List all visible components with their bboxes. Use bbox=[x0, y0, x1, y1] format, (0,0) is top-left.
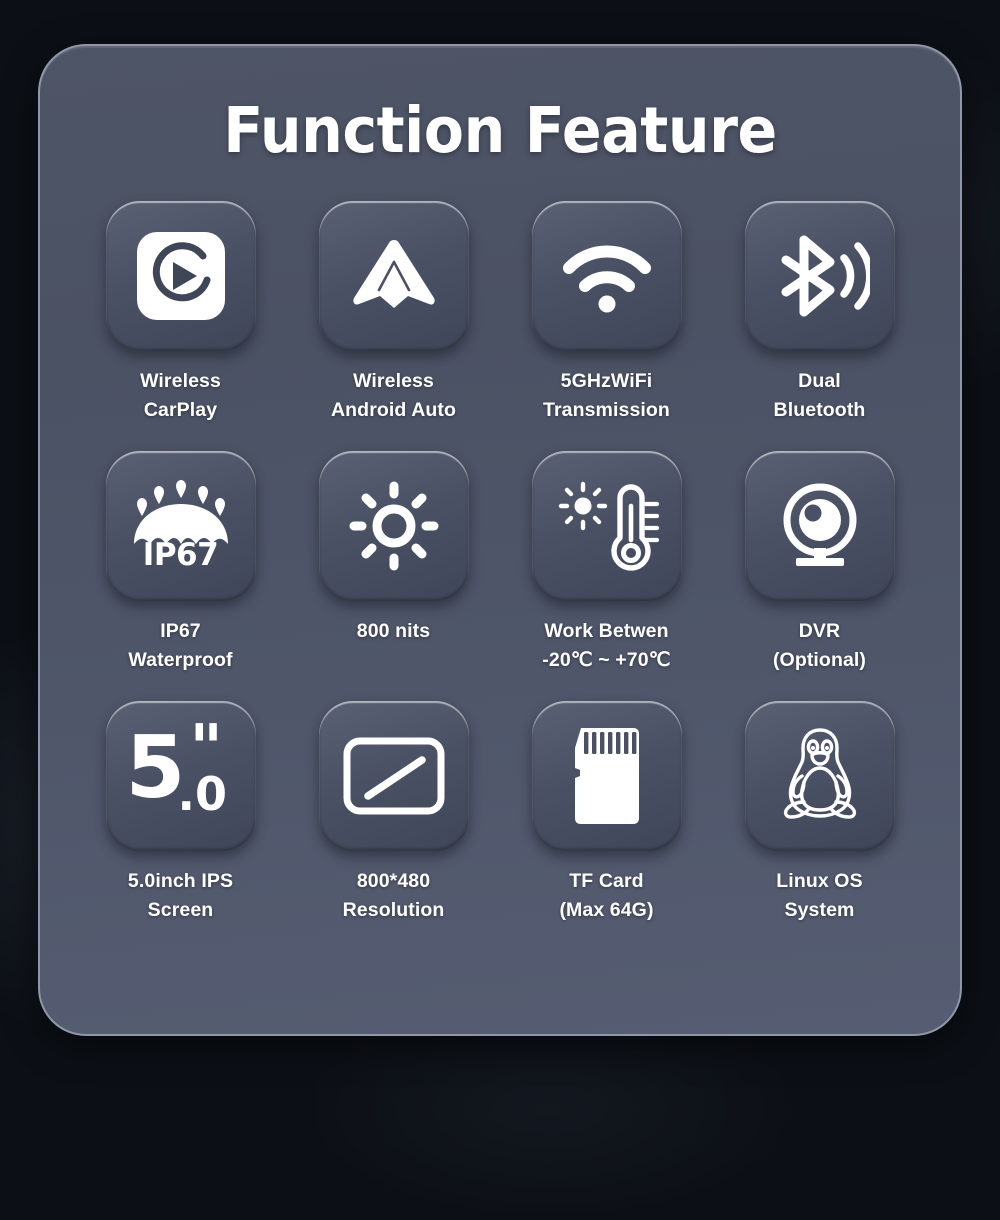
feature-caption: Work Betwen -20℃ ~ +70℃ bbox=[542, 620, 671, 671]
feature-tile bbox=[318, 451, 469, 601]
webcam-dvr-icon bbox=[770, 478, 870, 574]
feature-item-bluetooth[interactable]: Dual Bluetooth bbox=[713, 201, 926, 425]
android-auto-icon bbox=[346, 228, 442, 324]
feature-item-android-auto[interactable]: Wireless Android Auto bbox=[287, 201, 500, 425]
bluetooth-icon bbox=[770, 228, 870, 324]
page-title: Function Feature bbox=[223, 94, 777, 167]
feature-item-linux[interactable]: Linux OS System bbox=[713, 701, 926, 925]
feature-item-resolution[interactable]: 800*480 Resolution bbox=[287, 701, 500, 925]
feature-caption: 800*480 Resolution bbox=[342, 870, 445, 921]
screen-diagonal-icon bbox=[342, 736, 446, 816]
feature-caption: Dual Bluetooth bbox=[773, 370, 866, 421]
feature-item-dvr[interactable]: DVR (Optional) bbox=[713, 451, 926, 675]
screen-size-decimal: .0 bbox=[177, 767, 227, 821]
feature-caption: Wireless CarPlay bbox=[140, 370, 221, 421]
carplay-icon bbox=[133, 228, 229, 324]
feature-tile bbox=[744, 201, 895, 351]
screen-size-text-icon: 5 " .0 bbox=[106, 701, 256, 851]
wifi-icon bbox=[557, 228, 657, 324]
feature-item-carplay[interactable]: Wireless CarPlay bbox=[74, 201, 287, 425]
feature-caption: DVR (Optional) bbox=[772, 620, 867, 671]
feature-item-brightness[interactable]: 800 nits bbox=[287, 451, 500, 675]
feature-item-waterproof[interactable]: IP67 IP67 Waterproof bbox=[74, 451, 287, 675]
feature-tile bbox=[744, 701, 895, 851]
brightness-sun-icon bbox=[346, 478, 442, 574]
feature-caption: Linux OS System bbox=[776, 870, 863, 921]
feature-caption: TF Card (Max 64G) bbox=[559, 870, 654, 921]
linux-penguin-icon bbox=[771, 724, 869, 828]
feature-caption: 800 nits bbox=[356, 620, 431, 642]
feature-caption: Wireless Android Auto bbox=[330, 370, 457, 421]
feature-item-work-temperature[interactable]: Work Betwen -20℃ ~ +70℃ bbox=[500, 451, 713, 675]
inch-mark-icon: " bbox=[189, 712, 223, 786]
feature-tile bbox=[318, 201, 469, 351]
feature-tile bbox=[531, 701, 682, 851]
feature-tile bbox=[105, 201, 256, 351]
ip67-rating-label: IP67 bbox=[142, 537, 219, 573]
feature-caption: 5.0inch IPS Screen bbox=[127, 870, 234, 921]
feature-item-tf-card[interactable]: TF Card (Max 64G) bbox=[500, 701, 713, 925]
screen-size-number: 5 bbox=[125, 718, 186, 818]
feature-item-wifi[interactable]: 5GHzWiFi Transmission bbox=[500, 201, 713, 425]
feature-tile bbox=[531, 451, 682, 601]
feature-item-screen-size[interactable]: 5 " .0 5.0inch IPS Screen bbox=[74, 701, 287, 925]
feature-tile: IP67 bbox=[105, 451, 256, 601]
tf-card-icon bbox=[567, 726, 647, 826]
feature-tile bbox=[318, 701, 469, 851]
feature-grid: Wireless CarPlay Wireless Android Auto 5… bbox=[40, 201, 960, 925]
feature-tile bbox=[744, 451, 895, 601]
feature-tile: 5 " .0 bbox=[105, 701, 256, 851]
feature-tile bbox=[531, 201, 682, 351]
feature-caption: 5GHzWiFi Transmission bbox=[543, 370, 670, 421]
feature-panel: Function Feature Wireless CarPlay Wirele… bbox=[38, 44, 962, 1036]
feature-caption: IP67 Waterproof bbox=[128, 620, 233, 671]
thermometer-sun-icon bbox=[554, 476, 660, 576]
